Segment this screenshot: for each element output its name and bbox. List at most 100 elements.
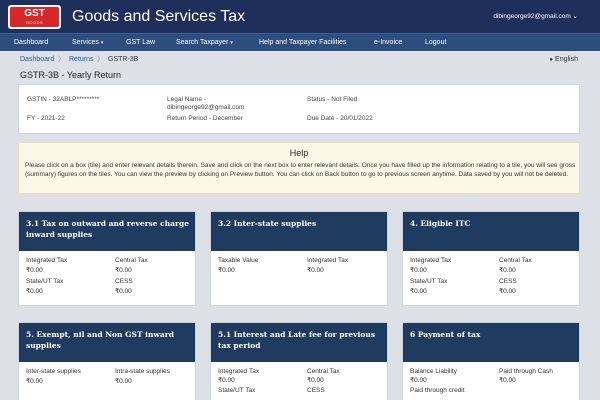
tile-field-label: Intra-state supplies [115, 368, 170, 375]
tile-title: 5.1 Interest and Late fee for previous t… [218, 330, 376, 350]
tile-3-1-outward-supplies[interactable]: 3.1 Tax on outward and reverse charge in… [18, 211, 196, 306]
tile-header: 5.1 Interest and Late fee for previous t… [211, 323, 387, 362]
breadcrumb-returns[interactable]: Returns [69, 55, 94, 64]
nav-help-facilities[interactable]: Help and Taxpayer Facilities [259, 34, 346, 51]
tile-field-value: ₹0.00 [410, 267, 427, 274]
nav-label: e-Invoice [374, 39, 403, 46]
tile-field-label: Inter-state supplies [26, 368, 81, 375]
tile-6-payment-of-tax[interactable]: 6 Payment of tax Balance Liability ₹0.00… [402, 322, 580, 400]
nav-services[interactable]: Services ▾ [72, 34, 103, 51]
gstin-text: GSTIN - 32ABLP********* [27, 96, 100, 103]
return-period-text: Return Period - December [167, 115, 243, 122]
nav-gst-law[interactable]: GST Law [126, 34, 155, 51]
tile-field-value: ₹0.00 [115, 267, 132, 274]
tile-title: 4. Eligible ITC [410, 219, 471, 228]
tile-field-value: ₹0.00 [26, 378, 43, 385]
breadcrumb-separator: 〉 [97, 56, 104, 63]
nav-search-taxpayer[interactable]: Search Taxpayer ▾ [176, 34, 233, 51]
nav-logout[interactable]: Logout [425, 34, 446, 51]
status-text: Status - Not Filed [307, 96, 358, 103]
logo-main-text: GST [24, 8, 45, 19]
tile-header: 5. Exempt, nil and Non GST inward suppli… [19, 323, 195, 362]
gst-logo[interactable]: GST GOODS [8, 5, 61, 29]
tile-3-2-inter-state-supplies[interactable]: 3.2 Inter-state supplies Taxable Value ₹… [210, 211, 388, 306]
breadcrumb-dashboard[interactable]: Dashboard [20, 55, 54, 64]
tile-field-label: State/UT Tax [410, 278, 448, 285]
tile-field-label: Integrated Tax [307, 257, 349, 264]
tile-field-label: CESS [499, 278, 517, 285]
breadcrumb-current: GSTR-3B [108, 56, 139, 63]
tile-5-exempt-nil-supplies[interactable]: 5. Exempt, nil and Non GST inward suppli… [18, 322, 196, 400]
tile-field-value: ₹0.00 [26, 288, 43, 295]
tile-field-label: Integrated Tax [218, 368, 260, 375]
caret-down-icon: ▾ [230, 40, 233, 46]
tile-header: 3.2 Inter-state supplies [211, 212, 387, 251]
tile-field-label: CESS [115, 278, 133, 285]
breadcrumb-separator: 〉 [58, 56, 65, 63]
tile-field-label: Paid through Cash [499, 368, 553, 375]
tile-field-value: ₹0.00 [410, 288, 427, 295]
tile-field-value: ₹0.00 [115, 288, 132, 295]
legal-name-label: Legal Name - [167, 96, 207, 103]
tile-field-value: ₹0.00 [115, 378, 132, 385]
globe-icon: ● [549, 57, 554, 63]
tile-field-value: ₹0.00 [499, 377, 516, 384]
tile-field-value: ₹0.00 [499, 267, 516, 274]
legal-name-value: dibingeorge92@gmail.com [167, 104, 245, 111]
tile-field-label: Balance Liability [410, 368, 457, 375]
tile-header: 4. Eligible ITC [403, 212, 579, 251]
tile-field-value: ₹0.00 [26, 267, 43, 274]
tile-field-value: ₹0.00 [410, 377, 427, 384]
tile-field-label: Central Tax [115, 257, 148, 264]
tile-field-label: CESS [307, 387, 325, 394]
user-email: dibingeorge92@gmail.com [493, 13, 571, 20]
chevron-down-icon: ⌄ [572, 13, 578, 20]
fy-text: FY - 2021-22 [27, 115, 65, 122]
language-label: English [555, 56, 578, 63]
tile-field-label: Taxable Value [218, 257, 259, 264]
tile-header: 6 Payment of tax [403, 323, 579, 362]
return-info-panel: GSTIN - 32ABLP********* Legal Name - dib… [18, 84, 580, 134]
nav-label: GST Law [126, 39, 156, 46]
nav-label: Help and Taxpayer Facilities [259, 39, 347, 46]
tile-field-label: Integrated Tax [410, 257, 452, 264]
tile-field-value: ₹0.00 [307, 267, 324, 274]
tile-field-label: Paid through credit [410, 387, 465, 394]
nav-dashboard[interactable]: Dashboard [14, 34, 48, 51]
language-selector[interactable]: ● English [549, 55, 578, 65]
logo-sub-text: GOODS [25, 20, 44, 25]
help-title: Help [289, 148, 309, 158]
caret-down-icon: ▾ [100, 40, 104, 46]
gst-logo-badge: GST GOODS [10, 7, 59, 27]
tile-4-eligible-itc[interactable]: 4. Eligible ITC Integrated Tax ₹0.00 Cen… [402, 211, 580, 306]
tile-title: 3.1 Tax on outward and reverse charge in… [26, 219, 189, 239]
tile-field-label: State/UT Tax [26, 278, 64, 285]
tile-field-label: Integrated Tax [26, 257, 68, 264]
nav-label: Dashboard [14, 39, 49, 46]
help-text: Please click on a box (tile) and enter r… [25, 162, 576, 178]
tile-field-value: ₹0.00 [218, 377, 235, 384]
tile-field-value: ₹0.00 [499, 288, 516, 295]
nav-label: Search Taxpayer [176, 39, 229, 46]
nav-label: Services [72, 39, 99, 46]
tile-field-value: ₹0.00 [218, 267, 235, 274]
nav-e-invoice[interactable]: e-Invoice [374, 34, 402, 51]
app-header: GST GOODS Goods and Services Tax dibinge… [0, 0, 600, 33]
page-title: GSTR-3B - Yearly Return [20, 70, 122, 80]
tile-field-label: State/UT Tax [218, 387, 256, 394]
tile-title: 6 Payment of tax [410, 330, 481, 339]
tile-field-value: ₹0.00 [307, 377, 324, 384]
app-title: Goods and Services Tax [72, 8, 246, 25]
tile-header: 3.1 Tax on outward and reverse charge in… [19, 212, 195, 251]
user-menu[interactable]: dibingeorge92@gmail.com ⌄ [493, 12, 578, 21]
tile-field-label: Central Tax [307, 368, 340, 375]
tile-5-1-interest-late-fee[interactable]: 5.1 Interest and Late fee for previous t… [210, 322, 388, 400]
tile-title: 5. Exempt, nil and Non GST inward suppli… [26, 330, 174, 350]
main-nav: Dashboard Services ▾ GST Law Search Taxpa… [0, 33, 600, 51]
tile-field-label: Central Tax [499, 257, 532, 264]
help-panel: Help Please click on a box (tile) and en… [18, 142, 580, 194]
due-date-text: Due Date - 20/01/2022 [307, 115, 373, 122]
tile-title: 3.2 Inter-state supplies [218, 219, 317, 228]
breadcrumb: Dashboard 〉 Returns 〉 GSTR-3B ● English [0, 51, 600, 67]
nav-label: Logout [425, 39, 447, 46]
